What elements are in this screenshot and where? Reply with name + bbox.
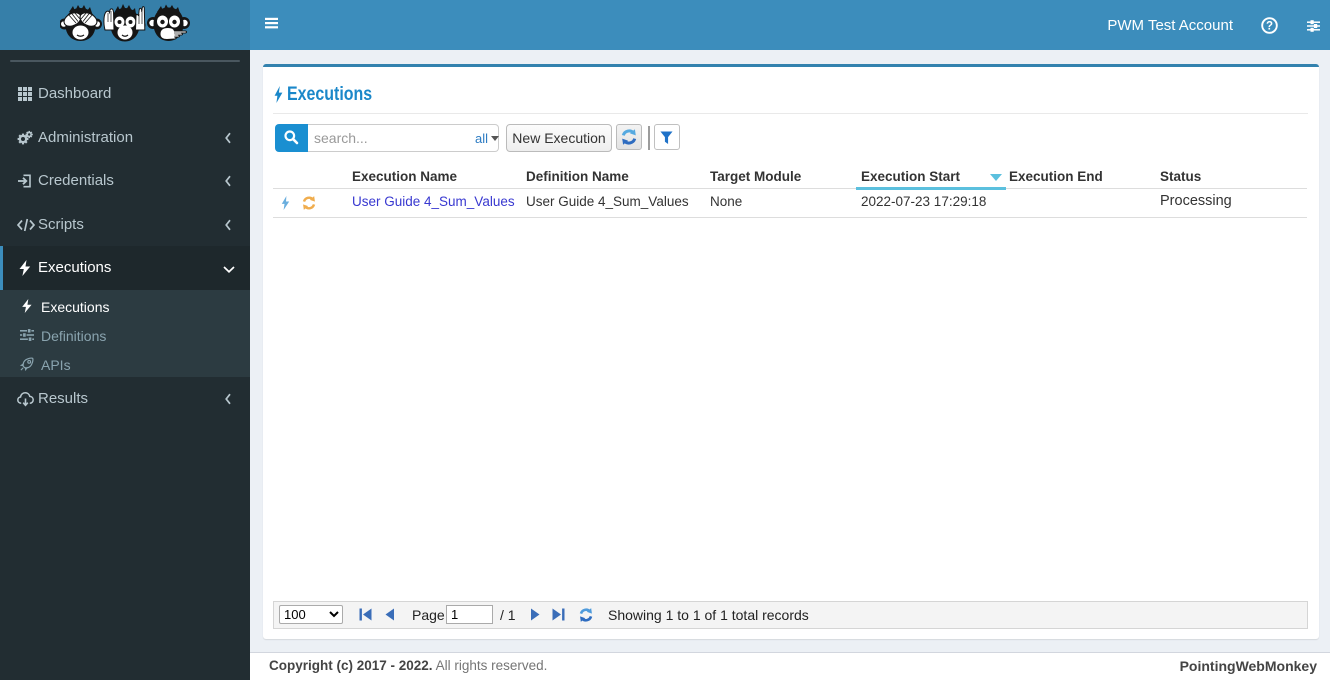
svg-text:?: ? bbox=[1266, 21, 1273, 33]
